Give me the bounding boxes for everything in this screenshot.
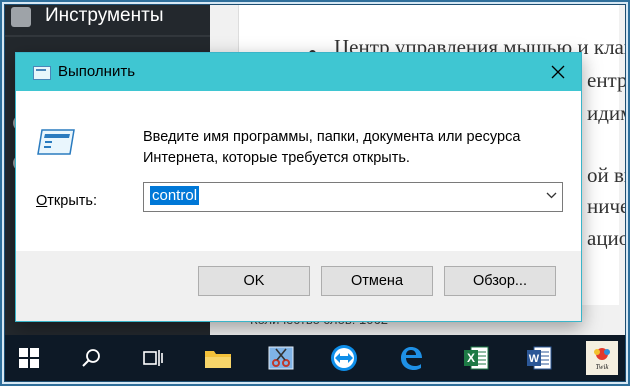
browse-button[interactable]: Обзор... — [444, 266, 556, 296]
excel-button[interactable]: X — [460, 342, 492, 374]
folder-icon — [205, 351, 231, 368]
dialog-description: Введите имя программы, папки, документа … — [143, 127, 520, 169]
edge-browser-icon — [401, 347, 422, 370]
close-icon — [551, 65, 565, 79]
sidebar-item-tools[interactable]: Инструменты — [45, 5, 163, 27]
open-label: Открыть: — [36, 193, 97, 209]
editor-line: ентр — [587, 68, 626, 92]
tool-app-text: Twik — [595, 363, 609, 371]
snipping-tool-button[interactable] — [265, 342, 297, 374]
screenshot-frame: Инструменты Центр управления мышью и кла… — [4, 4, 626, 382]
windows-logo-icon — [19, 348, 39, 368]
search-button[interactable] — [75, 342, 107, 374]
open-label-accelerator: О — [36, 193, 48, 209]
run-app-icon — [33, 66, 51, 80]
close-button[interactable] — [545, 59, 571, 85]
file-explorer-button[interactable] — [202, 342, 234, 374]
open-label-text: ткрыть: — [47, 193, 97, 209]
ok-button[interactable]: OK — [198, 266, 310, 296]
excel-letter: X — [467, 351, 475, 365]
sidebar-separator — [5, 35, 210, 37]
run-dialog: Выполнить Введите имя программы, папки, … — [15, 52, 582, 322]
dialog-titlebar[interactable]: Выполнить — [16, 53, 581, 91]
teamviewer-button[interactable] — [328, 342, 360, 374]
word-icon: W — [527, 346, 552, 370]
dialog-body: Введите имя программы, папки, документа … — [16, 91, 581, 251]
tool-app-button[interactable]: Twik — [586, 341, 618, 375]
word-letter: W — [529, 353, 540, 365]
description-line: Введите имя программы, папки, документа … — [143, 129, 521, 145]
cancel-button[interactable]: Отмена — [321, 266, 433, 296]
dialog-footer: OK Отмена Обзор... — [16, 251, 581, 321]
open-input-value[interactable]: control — [150, 186, 200, 205]
tool-app-icon: Twik — [594, 348, 610, 371]
excel-icon: X — [464, 346, 489, 370]
editor-line: ацио — [587, 226, 626, 250]
tools-icon — [11, 7, 31, 27]
edge-button[interactable] — [395, 342, 427, 374]
taskbar: X W Twik — [5, 335, 625, 381]
scissors-icon — [268, 346, 294, 370]
open-combobox[interactable]: control — [143, 182, 563, 212]
start-button[interactable] — [13, 342, 45, 374]
task-view-button[interactable] — [137, 342, 169, 374]
chevron-down-icon[interactable] — [546, 192, 557, 199]
task-view-icon — [143, 350, 163, 366]
editor-line: идим — [587, 101, 625, 125]
editor-line: ничес — [587, 194, 625, 218]
word-button[interactable]: W — [523, 342, 555, 374]
search-icon — [82, 349, 100, 367]
dialog-title: Выполнить — [58, 63, 136, 80]
editor-line: ой вк — [587, 163, 625, 187]
run-program-icon — [37, 129, 75, 155]
description-line: Интернета, которые требуется открыть. — [143, 150, 410, 166]
teamviewer-icon — [331, 345, 357, 371]
